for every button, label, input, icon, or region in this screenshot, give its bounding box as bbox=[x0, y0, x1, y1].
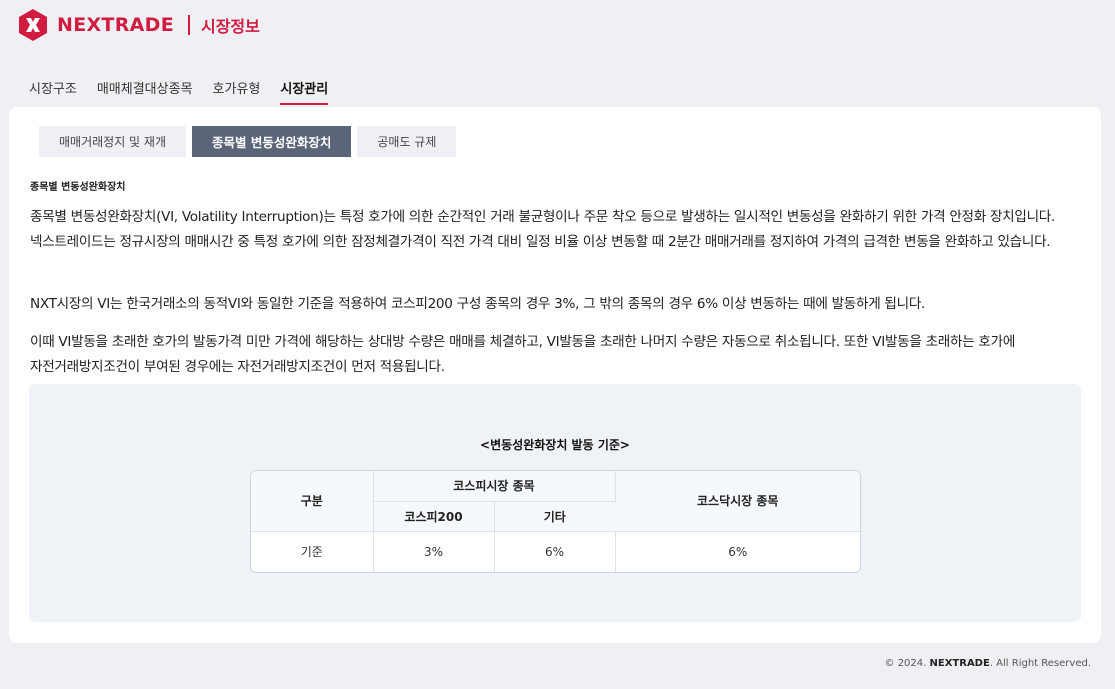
cell-kospi200: 3% bbox=[373, 531, 495, 572]
content-card: 매매거래정지 및 재개 종목별 변동성완화장치 공매도 규제 종목별 변동성완화… bbox=[9, 107, 1101, 643]
subtab-volatility-interruption[interactable]: 종목별 변동성완화장치 bbox=[192, 126, 352, 157]
copyright-prefix: © 2024. bbox=[884, 658, 927, 669]
header-kosdaq: 코스닥시장 종목 bbox=[615, 471, 860, 532]
content-heading: 종목별 변동성완화장치 bbox=[30, 182, 126, 193]
description-paragraph-2: NXT시장의 VI는 한국거래소의 동적VI와 동일한 기준을 적용하여 코스피… bbox=[30, 296, 926, 312]
header-kospi: 코스피시장 종목 bbox=[373, 471, 616, 502]
header-divider bbox=[187, 15, 190, 35]
criteria-table-title: <변동성완화장치 발동 기준> bbox=[480, 438, 630, 452]
sub-tabs: 매매거래정지 및 재개 종목별 변동성완화장치 공매도 규제 bbox=[39, 126, 462, 157]
description-paragraph-1: 종목별 변동성완화장치(VI, Volatility Interruption)… bbox=[30, 209, 1056, 250]
copyright-suffix: . All Right Reserved. bbox=[989, 658, 1091, 669]
nav-tab-market-structure[interactable]: 시장구조 bbox=[29, 78, 77, 105]
table-row: 기준 3% 6% 6% bbox=[251, 531, 860, 572]
footer-copyright: © 2024. NEXTRADE. All Right Reserved. bbox=[885, 658, 1091, 669]
section-title: 시장정보 bbox=[200, 17, 260, 36]
nav-tab-tradable-securities[interactable]: 매매체결대상종목 bbox=[97, 78, 193, 105]
cell-other: 6% bbox=[494, 531, 616, 572]
brand-name[interactable]: NEXTRADE bbox=[57, 14, 174, 36]
subtab-short-selling[interactable]: 공매도 규제 bbox=[357, 126, 457, 157]
header-category: 구분 bbox=[251, 471, 374, 532]
header-kospi200: 코스피200 bbox=[373, 501, 495, 532]
nav-tab-order-types[interactable]: 호가유형 bbox=[213, 78, 261, 105]
description-paragraph-3: 이때 VI발동을 초래한 호가의 발동가격 미만 가격에 해당하는 상대방 수량… bbox=[30, 334, 1016, 375]
row-label: 기준 bbox=[251, 531, 374, 572]
nav-tab-market-management[interactable]: 시장관리 bbox=[280, 78, 329, 105]
copyright-brand: NEXTRADE bbox=[929, 658, 990, 669]
cell-kosdaq: 6% bbox=[728, 544, 748, 559]
subtab-trading-halt[interactable]: 매매거래정지 및 재개 bbox=[39, 126, 186, 157]
nextrade-logo-icon[interactable] bbox=[18, 9, 48, 41]
table-header-row: 구분 코스피시장 종목 코스닥시장 종목 bbox=[251, 471, 860, 532]
header-other: 기타 bbox=[494, 501, 615, 532]
criteria-panel: <변동성완화장치 발동 기준> 구분 코스피시장 종목 코스닥시장 종목 코스피… bbox=[29, 384, 1081, 622]
criteria-table: 구분 코스피시장 종목 코스닥시장 종목 코스피200 기타 기준 3% 6% … bbox=[250, 470, 861, 573]
site-header: NEXTRADE 시장정보 bbox=[18, 9, 260, 41]
main-nav: 시장구조 매매체결대상종목 호가유형 시장관리 bbox=[29, 78, 348, 105]
